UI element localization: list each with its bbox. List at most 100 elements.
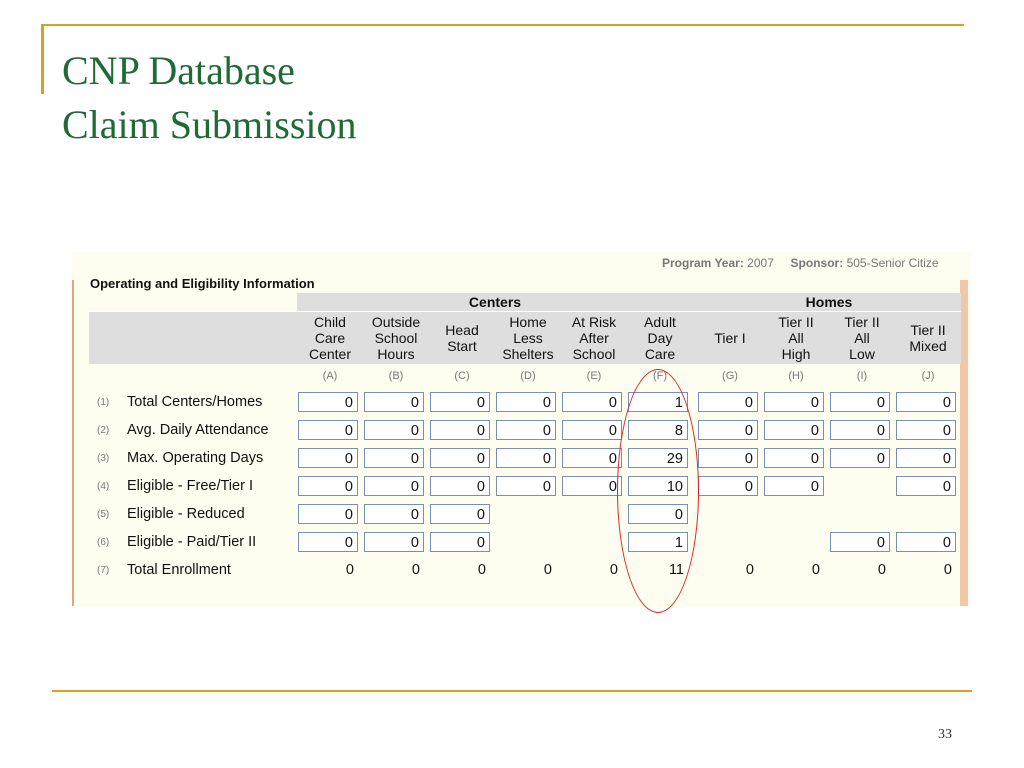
value-input[interactable]: 0 [896,448,956,468]
table-cell: 0 [297,528,363,556]
value-input[interactable]: 0 [298,448,358,468]
table-cell: 0 [697,388,763,416]
value-input[interactable]: 0 [430,392,490,412]
table-cell: 11 [627,556,693,584]
table-cell: 0 [697,556,763,584]
value-input[interactable]: 0 [896,392,956,412]
column-header-line: Day [647,330,673,346]
table-cell: 0 [495,472,561,500]
value-input[interactable]: 0 [364,420,424,440]
value-input[interactable]: 0 [764,420,824,440]
column-letter: (B) [388,370,404,382]
column-header-line: After [579,330,609,346]
column-header-line: Start [447,338,477,354]
column-header-line: Tier II [844,314,880,330]
value-input[interactable]: 0 [698,392,758,412]
value-input[interactable]: 0 [298,532,358,552]
table-cell: 0 [829,556,895,584]
table-cell [895,500,961,528]
table-cell: 0 [697,416,763,444]
centers-group-header: Centers [297,293,693,312]
row-number: (4) [97,480,110,492]
column-header: Adult Day Care [627,311,693,364]
value-input[interactable]: 0 [430,532,490,552]
table-cell: 0 [829,388,895,416]
table-cell: 0 [561,416,627,444]
value-input[interactable]: 0 [698,420,758,440]
column-header-line: School [572,346,616,362]
table-cell: 1 [627,388,693,416]
value-input[interactable]: 0 [562,476,622,496]
header-blank [89,311,297,364]
value-input[interactable]: 29 [628,448,688,468]
sponsor-value: 505-Senior Citize [846,256,939,270]
value-input[interactable]: 0 [298,392,358,412]
table-cell: 0 [895,556,961,584]
column-header: Home Less Shelters [495,311,561,364]
value-input[interactable]: 0 [830,448,890,468]
value-input[interactable]: 0 [764,448,824,468]
column-header-line: Outside [371,314,421,330]
total-value: 0 [877,562,886,578]
value-input[interactable]: 1 [628,392,688,412]
value-input[interactable]: 0 [430,504,490,524]
value-input[interactable]: 10 [628,476,688,496]
value-input[interactable]: 0 [830,532,890,552]
table-cell: 0 [297,556,363,584]
value-input[interactable]: 0 [430,420,490,440]
value-input[interactable]: 0 [430,448,490,468]
value-input[interactable]: 0 [496,476,556,496]
table-cell: 0 [495,444,561,472]
table-cell: 0 [495,388,561,416]
value-input[interactable]: 0 [430,476,490,496]
value-input[interactable]: 1 [628,532,688,552]
table-cell: 0 [895,416,961,444]
row-label: Eligible - Paid/Tier II [127,534,257,550]
row-label: Total Centers/Homes [127,394,263,410]
value-input[interactable]: 0 [298,504,358,524]
value-input[interactable]: 0 [562,392,622,412]
value-input[interactable]: 0 [628,504,688,524]
table-cell [697,528,763,556]
table-cell: 0 [363,556,429,584]
column-letter: (G) [722,370,738,382]
table-cell [697,500,763,528]
column-header-line: Shelters [502,346,554,362]
table-cell: 0 [297,388,363,416]
value-input[interactable]: 0 [496,392,556,412]
column-header-line: Adult [644,314,676,330]
value-input[interactable]: 0 [364,392,424,412]
value-input[interactable]: 0 [698,476,758,496]
value-input[interactable]: 8 [628,420,688,440]
value-input[interactable]: 0 [830,420,890,440]
value-input[interactable]: 0 [496,448,556,468]
value-input[interactable]: 0 [562,448,622,468]
table-cell: 0 [363,416,429,444]
table-cell: 0 [297,444,363,472]
value-input[interactable]: 0 [698,448,758,468]
column-letter: (J) [921,370,935,382]
value-input[interactable]: 0 [496,420,556,440]
sponsor-label: Sponsor: [790,256,844,270]
row-number: (1) [97,396,110,408]
column-header-line: Mixed [909,338,947,354]
value-input[interactable]: 0 [896,532,956,552]
row-label: Total Enrollment [127,562,231,578]
value-input[interactable]: 0 [896,420,956,440]
value-input[interactable]: 0 [364,448,424,468]
value-input[interactable]: 0 [364,476,424,496]
table-cell: 0 [429,556,495,584]
table-cell: 0 [297,500,363,528]
value-input[interactable]: 0 [298,420,358,440]
table-cell: 0 [495,556,561,584]
value-input[interactable]: 0 [764,476,824,496]
table-cell: 0 [627,500,693,528]
column-header: Outside School Hours [363,311,429,364]
value-input[interactable]: 0 [830,392,890,412]
value-input[interactable]: 0 [764,392,824,412]
value-input[interactable]: 0 [364,504,424,524]
value-input[interactable]: 0 [896,476,956,496]
value-input[interactable]: 0 [298,476,358,496]
value-input[interactable]: 0 [364,532,424,552]
value-input[interactable]: 0 [562,420,622,440]
